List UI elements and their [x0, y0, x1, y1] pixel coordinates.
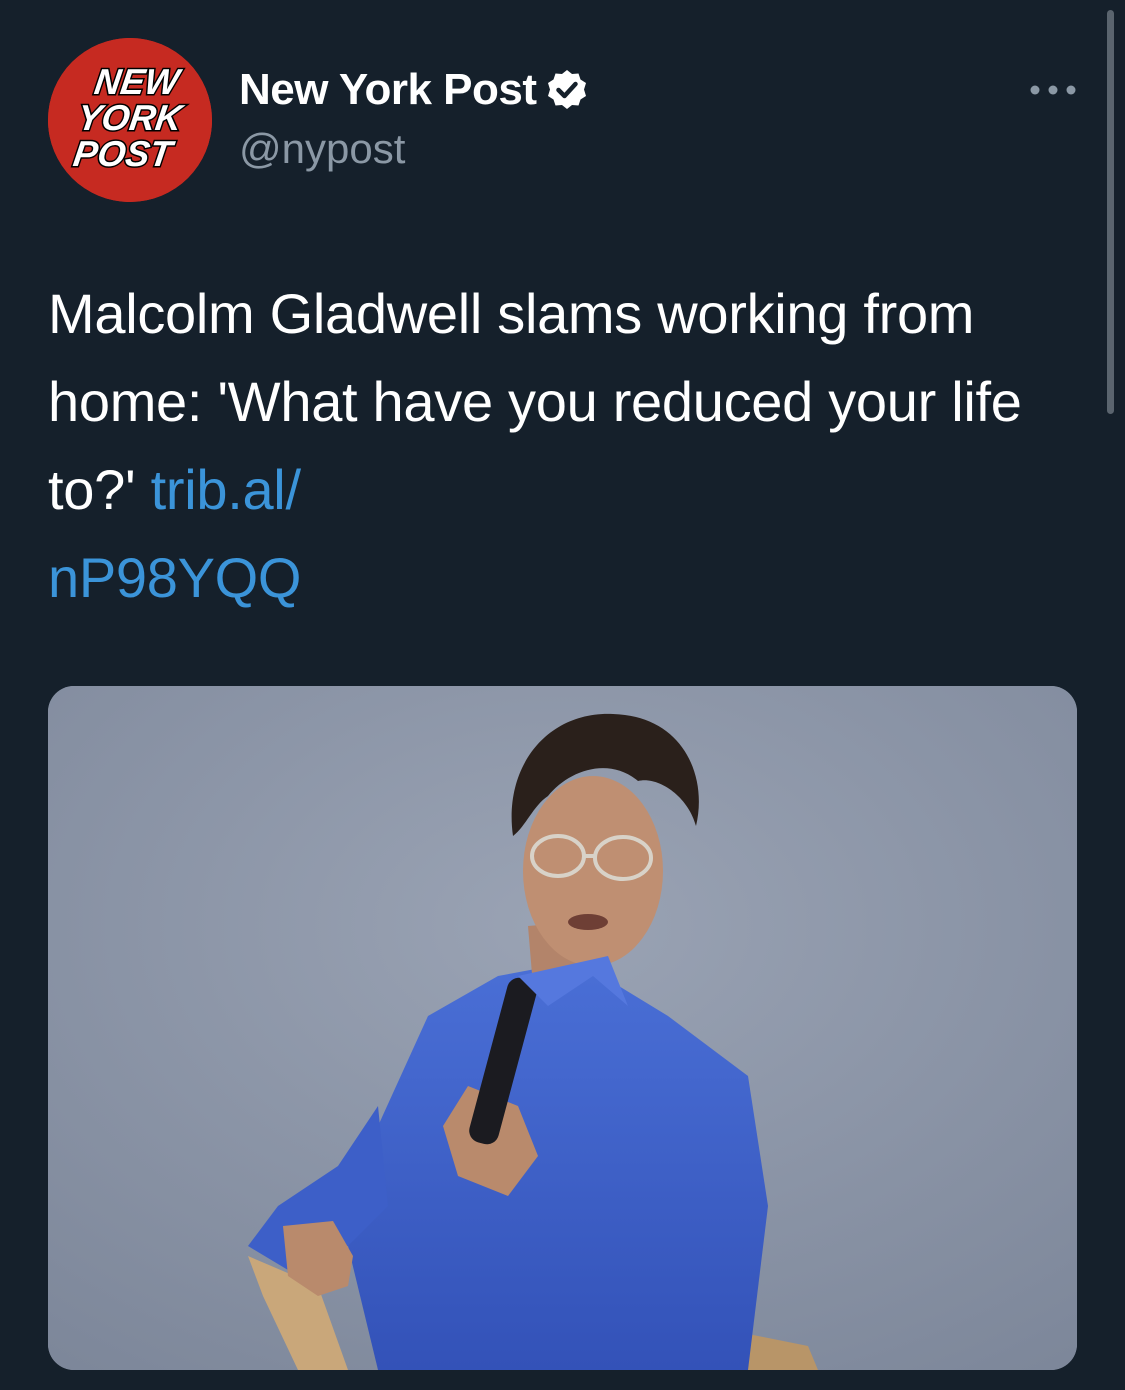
- logo-line-1: NEW: [92, 61, 185, 102]
- avatar[interactable]: NEW YORK POST: [48, 38, 212, 202]
- tweet-link-part-2: nP98YQQ: [48, 546, 302, 609]
- scrollbar-thumb[interactable]: [1107, 10, 1114, 414]
- more-horizontal-icon[interactable]: [1028, 80, 1078, 100]
- tweet-photo[interactable]: [48, 686, 1077, 1370]
- author-handle[interactable]: @nypost: [239, 122, 405, 176]
- logo-line-2: YORK: [75, 97, 188, 138]
- verified-badge-icon: [545, 68, 589, 112]
- author-display-name[interactable]: New York Post: [239, 62, 589, 118]
- photo-illustration: [48, 686, 1077, 1370]
- logo-line-3: POST: [71, 133, 178, 174]
- display-name-text: New York Post: [239, 65, 537, 114]
- tweet-text: Malcolm Gladwell slams working from home…: [48, 270, 1078, 622]
- tweet-link-part-1: trib.al/: [150, 458, 301, 521]
- new-york-post-logo: NEW YORK POST: [48, 38, 212, 202]
